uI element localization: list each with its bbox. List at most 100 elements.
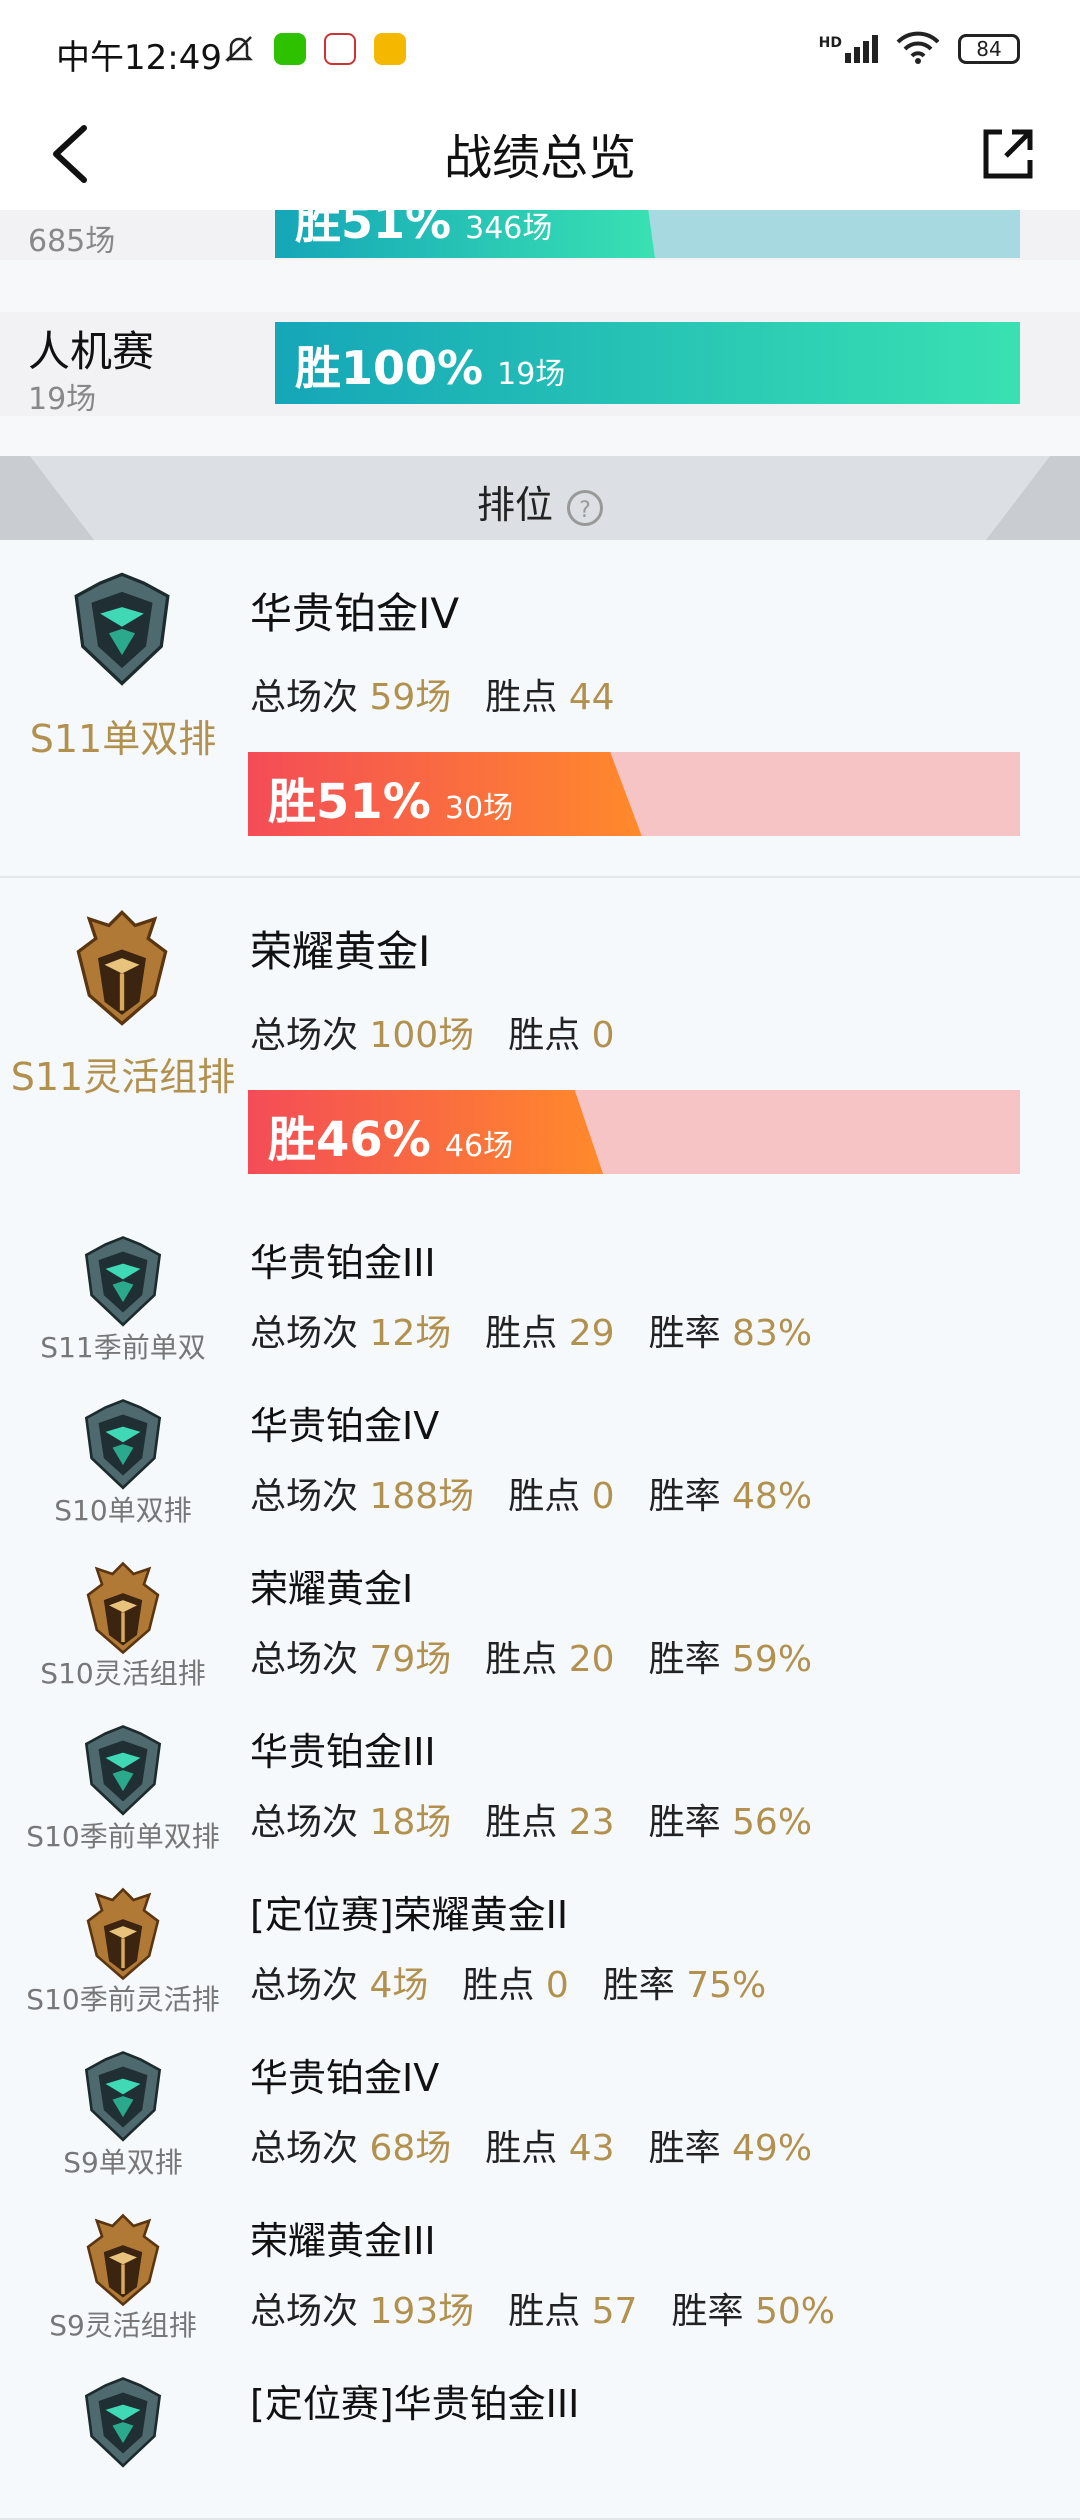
mode-count: 19场	[28, 382, 97, 417]
season-label: S10季前单双排	[26, 1820, 220, 1853]
lp-value: 0	[591, 1476, 615, 1517]
lp-value: 43	[568, 2128, 615, 2169]
win-rate-value: 49%	[732, 2128, 813, 2169]
lp-label: 胜点	[485, 677, 558, 718]
rank-emblem-icon	[78, 1886, 168, 1986]
rank-card-large[interactable]: S11灵活组排 荣耀黄金I 总场次 100场 胜点 0 胜46% 46场	[0, 878, 1080, 1216]
rank-name: 荣耀黄金I	[250, 927, 431, 976]
hd-signal-icon: HD	[819, 35, 878, 63]
mode-win-bar: 胜100% 19场	[275, 322, 1020, 404]
wifi-icon	[896, 30, 940, 68]
season-label: S10单双排	[54, 1494, 192, 1527]
rank-emblem-icon	[78, 1234, 168, 1334]
rank-stats: 总场次 100场 胜点 0	[250, 1006, 615, 1058]
season-label: S11灵活组排	[10, 1055, 236, 1099]
win-rate-bar: 胜46% 46场	[248, 1090, 1020, 1174]
lp-label: 胜点	[485, 1313, 558, 1354]
mode-games: 346场	[465, 211, 553, 246]
rank-card-large[interactable]: S11单双排 华贵铂金IV 总场次 59场 胜点 44 胜51% 30场	[0, 540, 1080, 878]
rank-emblem-icon	[78, 1723, 168, 1823]
rank-card-small[interactable]: S10单双排 华贵铂金IV 总场次 188场 胜点 0 胜率 48%	[0, 1377, 1080, 1542]
rank-name: 华贵铂金III	[250, 1730, 436, 1774]
rank-stats: 总场次 59场 胜点 44	[250, 668, 615, 720]
wechat-icon	[274, 33, 306, 65]
help-icon[interactable]: ?	[567, 489, 603, 526]
rank-card-small[interactable]: S9灵活组排 荣耀黄金III 总场次 193场 胜点 57 胜率 50%	[0, 2192, 1080, 2357]
total-games-value: 193场	[369, 2291, 475, 2332]
total-games-value: 59场	[369, 677, 452, 718]
battery-level: 84	[976, 37, 1002, 61]
rank-emblem-icon	[78, 2212, 168, 2312]
win-rate-value: 75%	[686, 1965, 767, 2006]
lp-value: 0	[591, 1015, 615, 1056]
rank-stats: 总场次 193场 胜点 57 胜率 50%	[250, 2282, 835, 2334]
hd-label: HD	[818, 35, 842, 51]
rank-stats: 总场次 79场 胜点 20 胜率 59%	[250, 1630, 812, 1682]
share-button[interactable]	[972, 118, 1044, 190]
total-games-value: 68场	[369, 2128, 452, 2169]
mode-games: 19场	[497, 357, 566, 392]
win-rate-label: 胜率	[648, 1476, 721, 1517]
win-rate-label: 胜率	[671, 2291, 744, 2332]
win-rate-value: 50%	[754, 2291, 835, 2332]
mode-name: 人机赛	[28, 327, 155, 376]
win-rate-label: 胜率	[648, 1639, 721, 1680]
win-pct: 胜51%	[268, 774, 431, 830]
win-rate-value: 48%	[732, 1476, 813, 1517]
rank-emblem-icon	[78, 2049, 168, 2149]
rank-name: 华贵铂金IV	[250, 2056, 440, 2100]
rank-card-small[interactable]: S9单双排 华贵铂金IV 总场次 68场 胜点 43 胜率 49%	[0, 2029, 1080, 2194]
rank-name: 荣耀黄金III	[250, 2219, 436, 2263]
lp-value: 57	[591, 2291, 638, 2332]
wins-count: 30场	[444, 791, 514, 826]
mode-count: 685场	[28, 224, 116, 259]
rank-name: 华贵铂金IV	[250, 1404, 440, 1448]
total-games-label: 总场次	[250, 1965, 359, 2006]
rank-emblem-icon	[78, 2375, 168, 2475]
rank-name: 华贵铂金III	[250, 1241, 436, 1285]
rank-emblem-icon	[78, 1560, 168, 1660]
notification-icons	[222, 32, 406, 66]
lp-label: 胜点	[485, 1802, 558, 1843]
rank-card-small[interactable]: S10季前灵活排 [定位赛]荣耀黄金II 总场次 4场 胜点 0 胜率 75%	[0, 1866, 1080, 2031]
win-rate-label: 胜率	[602, 1965, 675, 2006]
mode-win-bar: 胜51% 346场	[275, 210, 1020, 258]
total-games-value: 4场	[369, 1965, 429, 2006]
mode-row-ai[interactable]: 人机赛 19场 胜100% 19场	[0, 312, 1080, 417]
total-games-label: 总场次	[250, 1639, 359, 1680]
mute-icon	[222, 32, 256, 66]
rank-name: [定位赛]荣耀黄金II	[250, 1893, 569, 1937]
rank-stats: 总场次 12场 胜点 29 胜率 83%	[250, 1304, 812, 1356]
lp-label: 胜点	[508, 2291, 581, 2332]
win-rate-value: 83%	[732, 1313, 813, 1354]
win-rate-label: 胜率	[648, 1802, 721, 1843]
total-games-value: 188场	[369, 1476, 475, 1517]
total-games-label: 总场次	[250, 1802, 359, 1843]
lp-label: 胜点	[462, 1965, 535, 2006]
lp-value: 20	[568, 1639, 615, 1680]
mode-row-overall[interactable]: 685场 胜51% 346场	[0, 210, 1080, 260]
rank-stats: 总场次 18场 胜点 23 胜率 56%	[250, 1793, 812, 1845]
rank-card-small[interactable]: S10季前单双排 华贵铂金III 总场次 18场 胜点 23 胜率 56%	[0, 1703, 1080, 1868]
rank-card-small[interactable]: [定位赛]华贵铂金III	[0, 2355, 1080, 2520]
total-games-label: 总场次	[250, 2128, 359, 2169]
lp-value: 0	[545, 1965, 569, 2006]
lp-value: 29	[568, 1313, 615, 1354]
win-rate-label: 胜率	[648, 1313, 721, 1354]
top-nav-bar: 战绩总览	[0, 100, 1080, 210]
rank-card-small[interactable]: S10灵活组排 荣耀黄金I 总场次 79场 胜点 20 胜率 59%	[0, 1540, 1080, 1705]
rank-stats: 总场次 68场 胜点 43 胜率 49%	[250, 2119, 812, 2171]
season-label: S9单双排	[63, 2146, 183, 2179]
season-label: S10灵活组排	[40, 1657, 206, 1690]
total-games-label: 总场次	[250, 677, 359, 718]
season-label: S11季前单双	[40, 1331, 206, 1364]
mode-win-pct: 胜100%	[295, 341, 484, 395]
weibo-icon	[374, 33, 406, 65]
mode-win-pct: 胜51%	[295, 210, 452, 249]
total-games-value: 18场	[369, 1802, 452, 1843]
season-label: S11单双排	[29, 717, 217, 761]
win-pct: 胜46%	[268, 1112, 431, 1168]
rank-card-small[interactable]: S11季前单双 华贵铂金III 总场次 12场 胜点 29 胜率 83%	[0, 1214, 1080, 1379]
battery-icon: 84	[958, 34, 1020, 64]
season-label: S10季前灵活排	[26, 1983, 220, 2016]
